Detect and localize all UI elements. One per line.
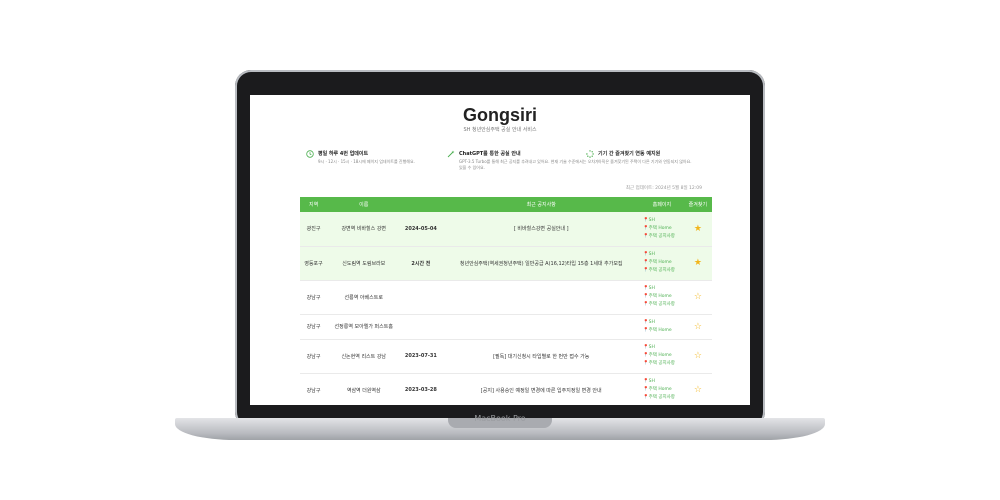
cell-links: 📍SH 📍주택 Home 📍주택 공지사항 xyxy=(641,373,684,405)
magic-wand-icon xyxy=(447,150,455,158)
cell-notice[interactable]: [공지] 사용승인 예정일 변경에 따른 입주지정일 변경 안내 xyxy=(441,373,642,405)
cell-notice[interactable]: 청년안심주택(역세권청년주택) 일반공급 A(16,12)타입 15층 1세대 … xyxy=(441,246,642,281)
cell-notice[interactable] xyxy=(441,314,642,340)
cell-region: 광진구 xyxy=(300,212,328,247)
table-row: 강남구 선정릉역 모아엘가 퍼스트홈 📍SH 📍주택 Home ☆ xyxy=(300,314,712,340)
cell-date: 2023-03-28 xyxy=(400,373,442,405)
cell-links: 📍SH 📍주택 Home 📍주택 공지사항 xyxy=(641,246,684,281)
table-row: 강남구 신논현역 리스트 강남 2023-07-31 [필독] 대기신청시 타입… xyxy=(300,339,712,374)
link-sh[interactable]: 📍SH xyxy=(643,251,683,259)
cell-date xyxy=(400,280,442,315)
feature-desc: 9시 · 12시 · 15시 · 18시에 페이지 업데이트를 진행해요. xyxy=(318,159,415,164)
cell-name: 선정릉역 모아엘가 퍼스트홈 xyxy=(327,314,401,340)
table-row: 강남구 선릉역 아베스트로 📍SH 📍주택 Home 📍주택 공지사항 ☆ xyxy=(300,280,712,315)
link-notice[interactable]: 📍주택 공지사항 xyxy=(643,360,683,368)
housing-table: 지역 이름 최근 공지사항 홈페이지 즐겨찾기 광진구 강변역 비바힐스 강변 … xyxy=(300,197,712,405)
link-home[interactable]: 📍주택 Home xyxy=(643,225,683,233)
column-header-favorite: 즐겨찾기 xyxy=(683,197,712,212)
column-header-homepage: 홈페이지 xyxy=(641,197,684,212)
cell-date xyxy=(400,314,442,340)
feature-title: 기기 간 즐겨찾기 연동 예지원 xyxy=(598,151,661,157)
table-row: 영등포구 신도림역 도림브라보 2시간 전 청년안심주택(역세권청년주택) 일반… xyxy=(300,246,712,281)
link-home[interactable]: 📍주택 Home xyxy=(643,327,683,335)
column-header-region: 지역 xyxy=(300,197,328,212)
page-subtitle: SH 청년안심주택 공실 안내 서비스 xyxy=(463,127,537,133)
cell-notice[interactable] xyxy=(441,280,642,315)
cell-name: 역삼역 더원역삼 xyxy=(327,373,401,405)
star-icon[interactable]: ☆ xyxy=(694,385,702,395)
link-notice[interactable]: 📍주택 공지사항 xyxy=(643,394,683,402)
cell-links: 📍SH 📍주택 Home xyxy=(641,314,684,340)
feature-desc: GPT-3.5 Turbo를 통해 최근 공지를 추려내고 있어요. 현재 기술… xyxy=(459,159,599,170)
laptop-brand-label: MacBook Pro xyxy=(474,414,526,423)
link-sh[interactable]: 📍SH xyxy=(643,319,683,327)
star-icon[interactable]: ☆ xyxy=(694,351,702,361)
cell-notice[interactable]: [필독] 대기신청시 타입별로 한 번만 접수 가능 xyxy=(441,339,642,374)
link-notice[interactable]: 📍주택 공지사항 xyxy=(643,301,683,309)
cell-region: 강남구 xyxy=(300,314,328,340)
cell-links: 📍SH 📍주택 Home 📍주택 공지사항 xyxy=(641,280,684,315)
last-updated: 최근 업데이트: 2024년 5월 8일 12:09 xyxy=(625,186,702,191)
cell-date: 2024-05-04 xyxy=(400,212,442,247)
column-header-notice: 최근 공지사항 xyxy=(441,197,642,212)
loading-icon xyxy=(586,150,594,158)
cell-region: 영등포구 xyxy=(300,246,328,281)
link-sh[interactable]: 📍SH xyxy=(643,344,683,352)
feature-title: 평일 하루 4번 업데이트 xyxy=(318,151,369,157)
star-icon[interactable]: ☆ xyxy=(694,322,702,332)
cell-name: 선릉역 아베스트로 xyxy=(327,280,401,315)
cell-region: 강남구 xyxy=(300,373,328,405)
link-notice[interactable]: 📍주택 공지사항 xyxy=(643,267,683,275)
table-header-row: 지역 이름 최근 공지사항 홈페이지 즐겨찾기 xyxy=(300,197,712,212)
column-header-date xyxy=(400,197,442,212)
star-icon[interactable]: ★ xyxy=(694,224,702,234)
link-home[interactable]: 📍주택 Home xyxy=(643,293,683,301)
table-row: 광진구 강변역 비바힐스 강변 2024-05-04 [ 비바힐스강변 공실안내… xyxy=(300,212,712,247)
cell-date: 2시간 전 xyxy=(400,246,442,281)
cell-links: 📍SH 📍주택 Home 📍주택 공지사항 xyxy=(641,212,684,247)
cell-date: 2023-07-31 xyxy=(400,339,442,374)
table-row: 강남구 역삼역 더원역삼 2023-03-28 [공지] 사용승인 예정일 변경… xyxy=(300,373,712,405)
cell-links: 📍SH 📍주택 Home 📍주택 공지사항 xyxy=(641,339,684,374)
link-home[interactable]: 📍주택 Home xyxy=(643,352,683,360)
star-icon[interactable]: ★ xyxy=(694,258,702,268)
link-home[interactable]: 📍주택 Home xyxy=(643,259,683,267)
link-sh[interactable]: 📍SH xyxy=(643,285,683,293)
star-icon[interactable]: ☆ xyxy=(694,292,702,302)
link-sh[interactable]: 📍SH xyxy=(643,378,683,386)
cell-name: 신도림역 도림브라보 xyxy=(327,246,401,281)
cell-region: 강남구 xyxy=(300,280,328,315)
cell-region: 강남구 xyxy=(300,339,328,374)
cell-notice[interactable]: [ 비바힐스강변 공실안내 ] xyxy=(441,212,642,247)
cell-name: 신논현역 리스트 강남 xyxy=(327,339,401,374)
laptop-screen: Gongsiri SH 청년안심주택 공실 안내 서비스 평일 하루 4번 업데… xyxy=(250,95,750,405)
feature-desc: 아직은 즐겨찾기된 주택이 다른 기기와 연동되지 않아요. xyxy=(598,159,692,164)
clock-icon xyxy=(306,150,314,158)
link-sh[interactable]: 📍SH xyxy=(643,217,683,225)
link-home[interactable]: 📍주택 Home xyxy=(643,386,683,394)
link-notice[interactable]: 📍주택 공지사항 xyxy=(643,233,683,241)
column-header-name: 이름 xyxy=(327,197,401,212)
cell-name: 강변역 비바힐스 강변 xyxy=(327,212,401,247)
page-title: Gongsiri xyxy=(462,105,537,125)
feature-title: ChatGPT를 통한 공실 안내 xyxy=(459,151,521,157)
